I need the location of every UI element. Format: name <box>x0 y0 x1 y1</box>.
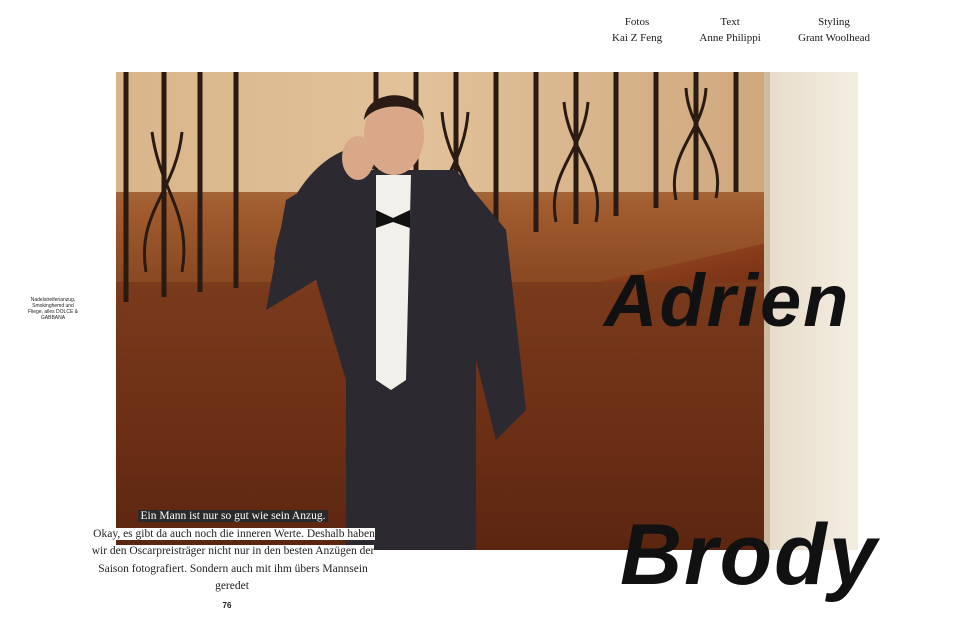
title-first-name: Adrien <box>604 259 851 342</box>
credit-name: Grant Woolhead <box>798 32 870 44</box>
photo-credits: Fotos Kai Z Feng Text Anne Philippi Styl… <box>612 14 870 46</box>
credit-name: Kai Z Feng <box>612 32 663 44</box>
outfit-caption: Nadelstreifenanzug, Smokinghemd und Flie… <box>27 297 79 321</box>
credit-photos: Fotos Kai Z Feng <box>612 14 662 46</box>
credit-role: Fotos <box>624 16 650 28</box>
credit-name: Anne Philippi <box>699 32 761 44</box>
credit-role: Text <box>720 16 740 28</box>
intro-lead-line: Ein Mann ist nur so gut wie sein Anzug. <box>137 510 329 522</box>
credit-styling: Styling Grant Woolhead <box>798 14 870 46</box>
credit-text: Text Anne Philippi <box>699 14 760 46</box>
title-last-name: Brody <box>620 507 879 603</box>
page-number: 76 <box>222 601 232 610</box>
intro-text: Ein Mann ist nur so gut wie sein Anzug. … <box>88 508 378 596</box>
adrien-brody-figure <box>266 95 526 550</box>
credit-role: Styling <box>818 16 850 28</box>
intro-body: Okay, es gibt da auch noch die inneren W… <box>91 527 375 592</box>
